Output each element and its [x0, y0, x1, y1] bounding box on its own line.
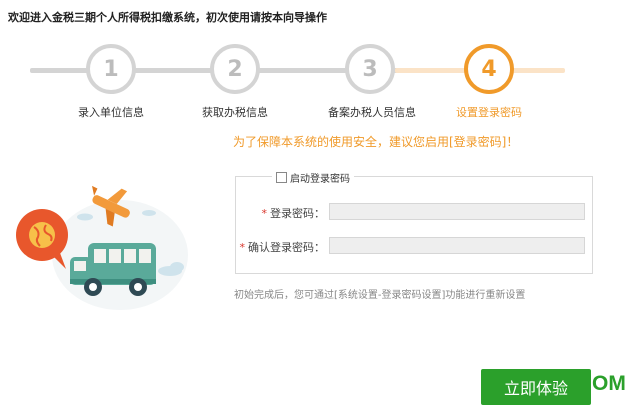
step-4-number: 4: [481, 56, 497, 82]
confirm-password-label: 确认登录密码：: [248, 241, 325, 254]
step-1-circle: 1: [86, 44, 136, 94]
required-mark: *: [239, 241, 246, 254]
page-title: 欢迎进入金税三期个人所得税扣缴系统，初次使用请按本向导操作: [8, 11, 327, 24]
step-2-circle: 2: [210, 44, 260, 94]
watermark-text: OM: [592, 372, 626, 395]
security-notice: 为了保障本系统的使用安全，建议您启用[登录密码]！: [233, 135, 519, 149]
enable-password-toggle[interactable]: 启动登录密码: [272, 170, 354, 185]
step-2-number: 2: [227, 56, 243, 82]
confirm-label-row: * 确认登录密码：: [225, 239, 326, 255]
globe-speech-bubble-icon: [16, 209, 68, 269]
required-mark: *: [261, 207, 268, 220]
travel-illustration: [16, 185, 188, 310]
step-2-label: 获取办税信息: [202, 106, 268, 119]
step-1-number: 1: [103, 56, 119, 82]
enable-password-label: 启动登录密码: [290, 174, 350, 185]
start-button[interactable]: 立即体验: [481, 369, 591, 405]
step-4-circle: 4: [464, 44, 514, 94]
password-label-row: * 登录密码：: [245, 205, 326, 221]
password-label: 登录密码：: [270, 207, 325, 220]
step-1-label: 录入单位信息: [78, 106, 144, 119]
confirm-password-input[interactable]: [329, 237, 585, 254]
step-3-circle: 3: [345, 44, 395, 94]
settings-hint: 初始完成后，您可通过[系统设置-登录密码设置]功能进行重新设置: [234, 290, 526, 301]
enable-password-checkbox[interactable]: [276, 172, 287, 183]
step-4-label: 设置登录密码: [456, 106, 522, 119]
step-3-label: 备案办税人员信息: [328, 106, 416, 119]
password-input[interactable]: [329, 203, 585, 220]
step-3-number: 3: [362, 56, 378, 82]
password-settings-group: [235, 176, 593, 274]
